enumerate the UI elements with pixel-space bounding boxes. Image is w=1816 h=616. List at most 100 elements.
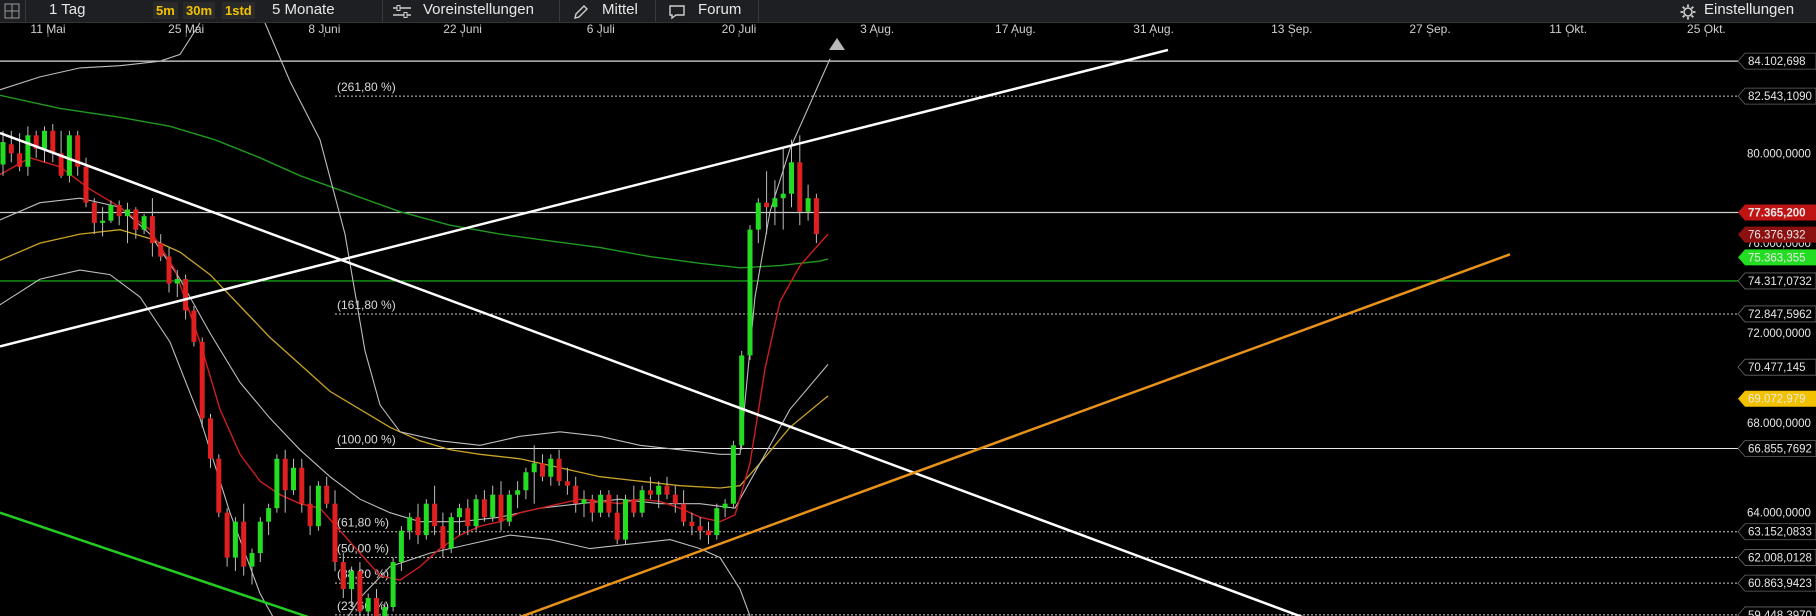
interval-30m-button[interactable]: 30m	[183, 2, 216, 19]
settings-button[interactable]: Einstellungen	[1704, 0, 1794, 22]
candle	[66, 130, 72, 183]
candle	[697, 517, 703, 540]
candle	[755, 198, 761, 244]
drawing-tools-button[interactable]: Mittel	[602, 0, 638, 22]
y-tick-label: 80.000,0000	[1747, 148, 1811, 160]
x-tick-label: 17 Aug.	[995, 22, 1036, 36]
candle-body-up	[100, 220, 106, 223]
price-label: 63.152,0833	[1748, 527, 1812, 539]
interval-1std-button[interactable]: 1std	[222, 2, 255, 19]
grid-icon[interactable]	[4, 1, 20, 23]
candle-body-up	[291, 467, 296, 491]
candle	[125, 202, 130, 244]
candle	[42, 126, 47, 163]
candle-body-down	[556, 458, 562, 482]
candle-body-up	[515, 490, 521, 495]
x-tick-label: 22 Juni	[443, 22, 482, 36]
candle-body-up	[457, 508, 462, 518]
range-button[interactable]: 5 Monate	[272, 0, 335, 22]
interval-5m-button[interactable]: 5m	[153, 2, 178, 19]
candle-body-down	[133, 209, 139, 230]
candle	[813, 193, 819, 244]
candle-body-up	[174, 279, 180, 284]
candle-body-up	[581, 499, 587, 504]
x-tick-label: 8 Juni	[308, 22, 340, 36]
period-button[interactable]: 1 Tag	[49, 0, 85, 22]
candle	[324, 476, 330, 509]
candle-body-up	[249, 553, 255, 567]
candle-body-up	[315, 485, 321, 527]
candle-body-down	[614, 512, 620, 540]
chat-icon	[668, 2, 686, 24]
price-label: 60.863,9423	[1748, 578, 1812, 590]
candle	[623, 494, 628, 545]
price-label: 62.008,0128	[1748, 552, 1812, 564]
x-tick-label: 11 Okt.	[1549, 22, 1587, 36]
candle	[199, 337, 205, 428]
price-chart[interactable]: (261,80 %) (161,80 %) (100,00 %) (61,80 %) (…	[0, 0, 1816, 616]
price-label: 69.072,979	[1748, 394, 1806, 406]
candle-body-down	[241, 521, 247, 567]
candle-body-down	[498, 494, 504, 522]
candle	[423, 499, 429, 540]
toolbar-divider	[559, 0, 560, 22]
candle-body-up	[747, 229, 753, 356]
candle-body-up	[390, 562, 396, 608]
candle	[174, 270, 180, 298]
candle	[540, 454, 545, 482]
candle	[498, 481, 504, 531]
triangle-marker-icon	[829, 38, 845, 50]
candle-body-up	[141, 216, 147, 230]
boll-lower-line	[0, 269, 274, 616]
x-tick-label: 6 Juli	[587, 22, 615, 36]
candle-body-down	[340, 562, 346, 590]
candle	[249, 548, 255, 585]
candle	[490, 485, 496, 522]
candle-body-up	[66, 135, 72, 176]
forum-button[interactable]: Forum	[698, 0, 741, 22]
candle	[266, 503, 272, 536]
candle	[91, 198, 97, 235]
candle	[291, 458, 296, 495]
x-tick-label: 25 Mai	[168, 22, 204, 36]
boll-mid-line	[0, 197, 829, 523]
candle	[548, 454, 554, 486]
candle	[257, 517, 263, 563]
fibonacci-label: (23,60 %)	[337, 599, 389, 613]
candle-body-down	[689, 521, 695, 527]
candle-body-up	[365, 598, 371, 612]
candle	[158, 234, 164, 262]
candle	[183, 274, 189, 320]
candle	[398, 526, 404, 572]
candle-body-down	[50, 130, 56, 154]
candle-body-up	[448, 517, 454, 549]
candle	[581, 490, 587, 518]
candle-body-up	[407, 517, 413, 531]
candle-body-down	[116, 204, 122, 217]
candle-body-up	[789, 162, 794, 194]
sma-red-line	[0, 157, 829, 581]
candle-body-up	[772, 198, 778, 208]
presets-button[interactable]: Voreinstellungen	[423, 0, 534, 22]
candle	[340, 553, 346, 599]
horizontal-lines	[0, 60, 1740, 282]
candlesticks	[0, 124, 819, 616]
candle-body-up	[25, 135, 31, 167]
candle-body-down	[681, 503, 687, 522]
candle-body-down	[440, 526, 446, 549]
candle	[714, 503, 720, 540]
candle-body-down	[17, 153, 23, 167]
candle-body-up	[398, 530, 404, 563]
candle-body-up	[473, 499, 479, 527]
candle	[706, 521, 711, 545]
candle-body-up	[656, 485, 662, 495]
candle-body-down	[199, 341, 205, 419]
candle-body-down	[697, 526, 703, 531]
candle	[523, 467, 529, 500]
gear-icon[interactable]	[1680, 2, 1696, 24]
x-tick-label: 31 Aug.	[1133, 22, 1174, 36]
candle	[208, 413, 213, 468]
toolbar-divider	[758, 0, 759, 22]
fibonacci-label: (100,00 %)	[337, 433, 396, 447]
candle-body-up	[531, 463, 537, 473]
